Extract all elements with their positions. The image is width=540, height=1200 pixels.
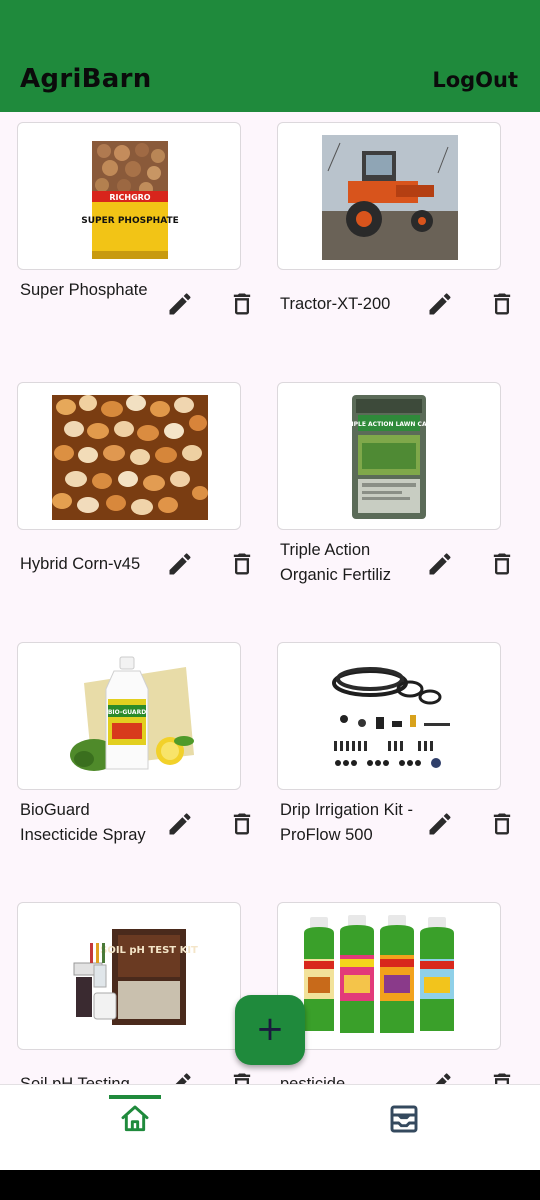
delete-icon[interactable] bbox=[488, 290, 516, 318]
app-title: AgriBarn bbox=[20, 64, 152, 94]
product-image-text: SUPER PHOSPHATE bbox=[81, 216, 179, 226]
delete-icon[interactable] bbox=[228, 290, 256, 318]
product-name: pesticide bbox=[280, 1075, 346, 1084]
inventory-icon[interactable] bbox=[388, 1103, 420, 1135]
product-image bbox=[277, 642, 501, 790]
edit-icon[interactable] bbox=[426, 550, 454, 578]
product-card[interactable]: pesticide bbox=[277, 902, 517, 1084]
product-card[interactable]: RICHGRO SUPER PHOSPHATE Super Phosphate bbox=[17, 122, 257, 362]
edit-icon[interactable] bbox=[166, 290, 194, 318]
product-image bbox=[17, 382, 241, 530]
delete-icon[interactable] bbox=[228, 550, 256, 578]
add-product-button[interactable]: + bbox=[235, 995, 305, 1065]
delete-icon[interactable] bbox=[488, 810, 516, 838]
bottom-navigation bbox=[0, 1084, 540, 1170]
edit-icon[interactable] bbox=[166, 1070, 194, 1084]
active-tab-indicator bbox=[109, 1095, 161, 1099]
edit-icon[interactable] bbox=[426, 1070, 454, 1084]
home-icon[interactable] bbox=[119, 1103, 151, 1135]
edit-icon[interactable] bbox=[166, 810, 194, 838]
product-name: Super Phosphate bbox=[20, 281, 148, 299]
product-card[interactable]: Hybrid Corn-v45 bbox=[17, 382, 257, 622]
product-image-text: TRIPLE ACTION LAWN CARE bbox=[343, 421, 436, 428]
logout-button[interactable]: LogOut bbox=[432, 68, 518, 92]
product-name: Soil pH Testing bbox=[20, 1075, 130, 1084]
product-image-text: RICHGRO bbox=[109, 193, 150, 202]
delete-icon[interactable] bbox=[488, 1070, 516, 1084]
product-card[interactable]: Drip Irrigation Kit - ProFlow 500 bbox=[277, 642, 517, 882]
product-image bbox=[277, 902, 501, 1050]
edit-icon[interactable] bbox=[426, 290, 454, 318]
product-image-text: SOIL pH TEST KIT bbox=[100, 945, 198, 956]
delete-icon[interactable] bbox=[228, 810, 256, 838]
product-image: RICHGRO SUPER PHOSPHATE bbox=[17, 122, 241, 270]
product-image bbox=[277, 122, 501, 270]
product-name: Drip Irrigation Kit - ProFlow 500 bbox=[280, 801, 413, 844]
product-name: Triple Action Organic Fertiliz bbox=[280, 541, 391, 584]
plus-icon: + bbox=[255, 1009, 285, 1049]
product-image: SOIL pH TEST KIT bbox=[17, 902, 241, 1050]
product-card[interactable]: BIO-GUARD BioGuard Insecticide Spray bbox=[17, 642, 257, 882]
product-image-text: BIO-GUARD bbox=[108, 709, 146, 716]
product-image: BIO-GUARD bbox=[17, 642, 241, 790]
edit-icon[interactable] bbox=[166, 550, 194, 578]
product-grid[interactable]: RICHGRO SUPER PHOSPHATE Super Phosphate bbox=[0, 112, 540, 1084]
screen: AgriBarn LogOut RICHGRO SUPER PHOSPHATE bbox=[0, 0, 540, 1170]
app-bar: AgriBarn LogOut bbox=[0, 0, 540, 112]
edit-icon[interactable] bbox=[426, 810, 454, 838]
product-card[interactable]: TRIPLE ACTION LAWN CARE Triple Action Or… bbox=[277, 382, 517, 622]
product-name: Hybrid Corn-v45 bbox=[20, 555, 141, 573]
product-name: Tractor-XT-200 bbox=[280, 295, 391, 313]
delete-icon[interactable] bbox=[228, 1070, 256, 1084]
product-card[interactable]: SOIL pH TEST KIT Soil pH Testing bbox=[17, 902, 257, 1084]
delete-icon[interactable] bbox=[488, 550, 516, 578]
product-card[interactable]: Tractor-XT-200 bbox=[277, 122, 517, 362]
product-name: BioGuard Insecticide Spray bbox=[20, 801, 146, 844]
product-image: TRIPLE ACTION LAWN CARE bbox=[277, 382, 501, 530]
